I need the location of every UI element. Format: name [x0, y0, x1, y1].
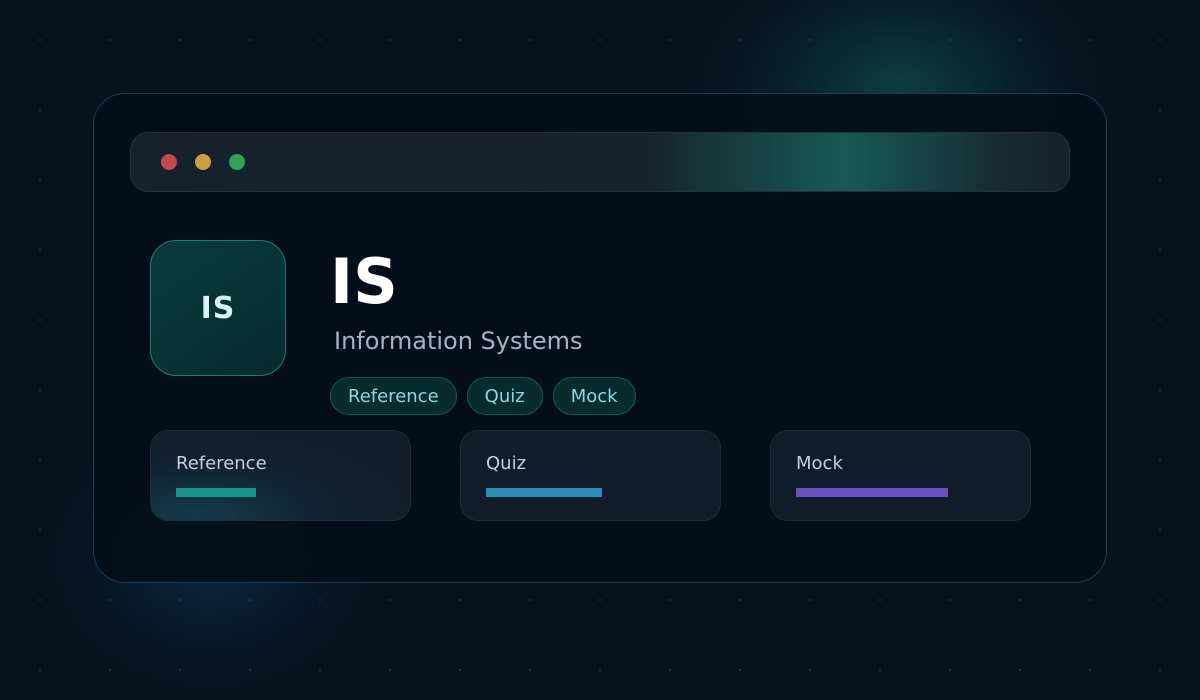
card-reference-label: Reference — [176, 453, 267, 474]
card-reference[interactable]: Reference — [150, 430, 411, 521]
card-mock-label: Mock — [796, 453, 843, 474]
page-subtitle: Information Systems — [334, 327, 583, 355]
card-quiz[interactable]: Quiz — [460, 430, 721, 521]
card-reference-progress — [176, 488, 387, 497]
card-quiz-label: Quiz — [486, 453, 527, 474]
card-mock[interactable]: Mock — [770, 430, 1031, 521]
tag-mock[interactable]: Mock — [552, 377, 636, 415]
tag-reference[interactable]: Reference — [330, 377, 457, 415]
tag-list: Reference Quiz Mock — [330, 377, 636, 415]
card-quiz-progress-fill — [486, 488, 603, 497]
maximize-window-button[interactable] — [229, 154, 245, 170]
app-logo: IS — [150, 240, 286, 376]
window-titlebar — [130, 132, 1070, 192]
card-mock-progress-fill — [796, 488, 948, 497]
tag-quiz[interactable]: Quiz — [466, 377, 543, 415]
app-logo-text: IS — [200, 290, 236, 326]
page-title: IS — [330, 245, 398, 318]
close-window-button[interactable] — [161, 154, 177, 170]
card-mock-progress — [796, 488, 1007, 497]
card-quiz-progress — [486, 488, 697, 497]
minimize-window-button[interactable] — [195, 154, 211, 170]
card-reference-progress-fill — [176, 488, 257, 497]
